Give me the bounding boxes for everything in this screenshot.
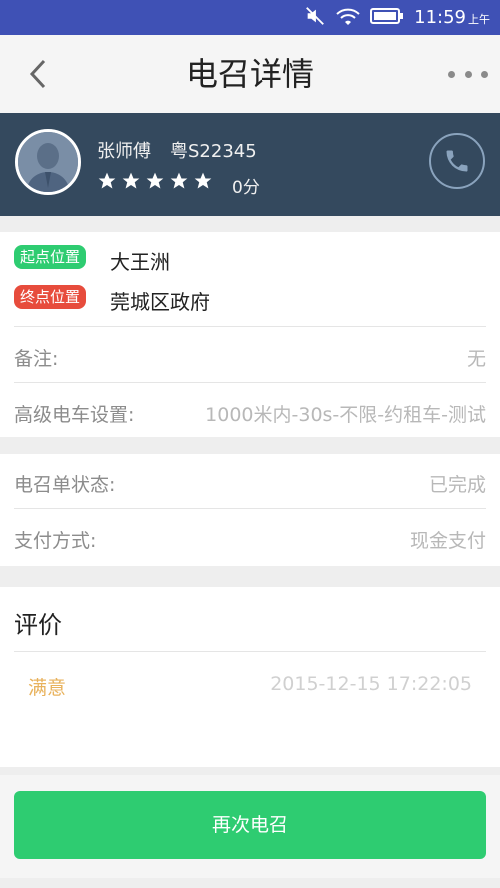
status-time: 11:59 上午	[414, 7, 490, 28]
driver-avatar	[15, 129, 81, 195]
page-title: 电召详情	[185, 55, 314, 93]
evaluation-title: 评价	[14, 611, 62, 639]
payment-value: 现金支付	[409, 530, 486, 552]
chevron-left-icon	[29, 59, 46, 89]
recall-button[interactable]: 再次电召	[14, 791, 486, 859]
wifi-icon	[336, 5, 360, 31]
divider	[14, 508, 486, 509]
star-icon	[194, 172, 212, 189]
order-status-label: 电召单状态:	[14, 474, 116, 496]
start-location: 大王洲	[110, 250, 170, 274]
status-bar: 11:59 上午	[0, 0, 500, 35]
note-value: 无	[466, 348, 486, 370]
driver-panel: 张师傅 粤S22345 0分	[0, 113, 500, 216]
more-dots-icon	[448, 70, 455, 78]
end-tag: 终点位置	[14, 285, 87, 309]
advanced-label: 高级电车设置:	[14, 404, 135, 426]
trip-card: 起点位置 大王洲 终点位置 莞城区政府 备注: 无 高级电车设置: 1000米内…	[0, 232, 500, 437]
payment-label: 支付方式:	[14, 530, 97, 552]
divider	[14, 651, 486, 652]
end-location: 莞城区政府	[110, 290, 210, 314]
bottom-action-area: 再次电召	[0, 775, 500, 878]
person-icon	[18, 132, 78, 192]
rating-score: 0分	[232, 178, 260, 198]
star-icon	[122, 172, 140, 189]
license-plate: 粤S22345	[170, 141, 257, 162]
order-card: 电召单状态: 已完成 支付方式: 现金支付	[0, 454, 500, 566]
more-button[interactable]	[448, 63, 488, 85]
phone-icon	[446, 150, 468, 172]
evaluation-time: 2015-12-15 17:22:05	[270, 673, 472, 695]
top-nav-bar: 电召详情	[0, 35, 500, 114]
evaluation-level: 满意	[28, 677, 67, 699]
back-button[interactable]	[22, 55, 58, 93]
star-icon	[146, 172, 164, 189]
status-bar-right: 11:59 上午	[304, 0, 490, 35]
driver-name: 张师傅	[97, 141, 151, 162]
order-status-value: 已完成	[428, 474, 486, 496]
evaluation-card: 评价 满意 2015-12-15 17:22:05	[0, 587, 500, 767]
call-driver-button[interactable]	[429, 133, 485, 189]
advanced-value: 1000米内-30s-不限-约租车-测试	[205, 404, 486, 426]
divider	[14, 382, 486, 383]
start-tag: 起点位置	[14, 245, 87, 269]
mute-icon	[304, 5, 326, 31]
rating-stars	[97, 171, 213, 191]
divider	[14, 326, 486, 327]
note-label: 备注:	[14, 348, 59, 370]
star-icon	[98, 172, 116, 189]
star-icon	[170, 172, 188, 189]
battery-icon	[370, 7, 404, 29]
